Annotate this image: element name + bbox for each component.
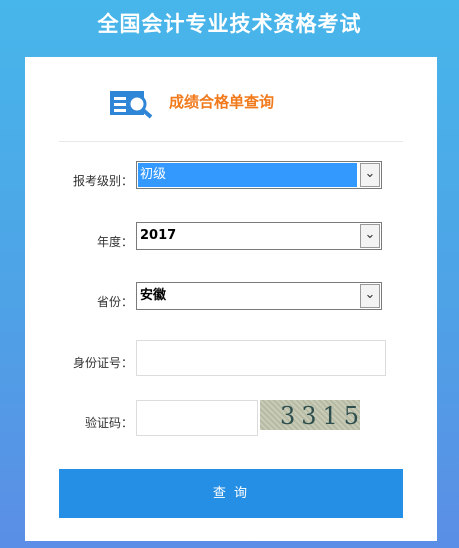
chevron-down-icon[interactable]: ⌄ bbox=[360, 284, 380, 308]
level-select-value: 初级 bbox=[138, 163, 357, 187]
id-number-input[interactable] bbox=[136, 340, 386, 376]
province-select-value: 安徽 bbox=[140, 288, 167, 303]
province-label: 省份： bbox=[96, 295, 133, 309]
level-select[interactable]: 初级 ⌄ bbox=[136, 161, 382, 189]
captcha-text: 3315 bbox=[280, 402, 366, 430]
province-select[interactable]: 安徽 ⌄ bbox=[136, 282, 382, 310]
captcha-input[interactable] bbox=[136, 400, 258, 436]
year-label: 年度： bbox=[96, 235, 133, 249]
captcha-label: 验证码： bbox=[84, 416, 133, 430]
captcha-image[interactable]: 3315 bbox=[260, 400, 360, 430]
query-panel: 成绩合格单查询 报考级别： 初级 ⌄ 年度： 2017 ⌄ 省份： 安徽 ⌄ 身… bbox=[25, 57, 437, 541]
search-doc-icon bbox=[110, 91, 153, 119]
id-label: 身份证号： bbox=[72, 356, 133, 370]
chevron-down-icon[interactable]: ⌄ bbox=[360, 224, 380, 248]
query-button[interactable]: 查 询 bbox=[59, 469, 403, 518]
divider bbox=[59, 141, 403, 142]
level-label: 报考级别： bbox=[72, 174, 133, 188]
chevron-down-icon[interactable]: ⌄ bbox=[360, 163, 380, 187]
query-subtitle: 成绩合格单查询 bbox=[169, 93, 275, 111]
year-select-value: 2017 bbox=[140, 228, 177, 243]
page-title: 全国会计专业技术资格考试 bbox=[97, 12, 362, 36]
year-select[interactable]: 2017 ⌄ bbox=[136, 222, 382, 250]
